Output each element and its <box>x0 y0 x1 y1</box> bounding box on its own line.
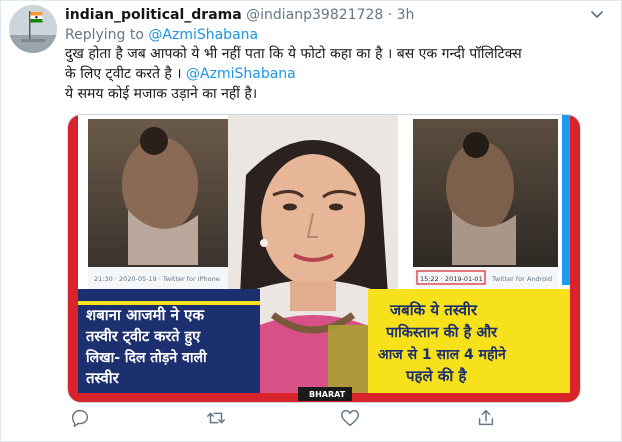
action-bar <box>65 407 535 433</box>
left-caption-line-2: तस्वीर ट्वीट करते हुए <box>85 327 201 346</box>
left-caption-line-3: लिखा- दिल तोड़ने वाली <box>85 349 208 366</box>
left-caption-line-4: तस्वीर <box>85 369 120 387</box>
tweet-time[interactable]: 3h <box>397 7 415 23</box>
share-icon[interactable] <box>475 407 497 429</box>
avatar[interactable] <box>9 5 57 53</box>
mention-link[interactable]: @AzmiShabana <box>186 66 296 82</box>
avatar-image <box>9 5 57 53</box>
replying-prefix: Replying to <box>65 27 144 43</box>
right-caption-line-3: आज से 1 साल 4 महीने <box>378 346 507 363</box>
tweet-header: indian_political_drama @indianp39821728 … <box>65 5 581 25</box>
tweet-image[interactable]: 21:30 · 2020-05-19 · Twitter for iPhone … <box>67 114 581 403</box>
tweet-text: दुख होता है जब आपको ये भी नहीं पता कि ये… <box>65 44 615 104</box>
tweet-text-line-2: के लिए ट्वीट करते है । @AzmiShabana <box>65 64 615 84</box>
tweet-text-line-2-text: के लिए ट्वीट करते है । <box>65 66 187 82</box>
right-caption-line-1: जबकि ये तस्वीर <box>389 301 478 319</box>
replying-mention-link[interactable]: @AzmiShabana <box>148 27 258 43</box>
user-handle[interactable]: @indianp39821728 <box>246 7 383 23</box>
right-timestamp-app: Twitter for Android <box>491 275 552 283</box>
news-graphic: 21:30 · 2020-05-19 · Twitter for iPhone … <box>68 115 580 402</box>
display-name[interactable]: indian_political_drama <box>65 7 242 23</box>
tweet-text-line-1: दुख होता है जब आपको ये भी नहीं पता कि ये… <box>65 46 522 62</box>
retweet-icon[interactable] <box>205 407 227 429</box>
left-red-bar <box>68 115 78 402</box>
right-timestamp-date: 15:22 · 2019-01-01 <box>420 275 483 283</box>
watermark-text: BHARAT <box>309 390 346 399</box>
reply-icon[interactable] <box>69 407 91 429</box>
chevron-down-icon[interactable] <box>587 7 607 23</box>
right-red-bar <box>570 115 580 402</box>
tweet-text-line-3: ये समय कोई मजाक उड़ाने का नहीं है। <box>65 86 258 102</box>
heart-icon[interactable] <box>339 407 361 429</box>
left-caption-line-1: शबाना आजमी ने एक <box>86 306 205 324</box>
left-timestamp: 21:30 · 2020-05-19 · Twitter for iPhone <box>94 275 220 283</box>
right-caption-line-2: पाकिस्तान की है और <box>385 323 498 341</box>
replying-to: Replying to @AzmiShabana <box>65 26 258 44</box>
tweet-card[interactable]: indian_political_drama @indianp39821728 … <box>0 0 622 442</box>
separator-dot: · <box>387 7 393 23</box>
right-caption-line-4: पहले की है <box>405 367 468 385</box>
